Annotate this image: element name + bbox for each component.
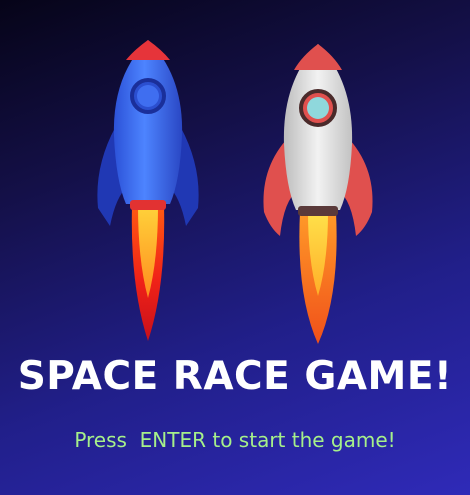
nose-cone <box>294 44 342 70</box>
title-screen[interactable]: SPACE RACE GAME! Press ENTER to start th… <box>0 0 470 495</box>
nose-cone <box>126 40 170 60</box>
blue-rocket <box>97 40 199 341</box>
white-rocket <box>263 44 373 344</box>
start-prompt: Press ENTER to start the game! <box>74 428 396 452</box>
game-title: SPACE RACE GAME! <box>17 354 453 399</box>
rocket-body <box>113 40 183 204</box>
